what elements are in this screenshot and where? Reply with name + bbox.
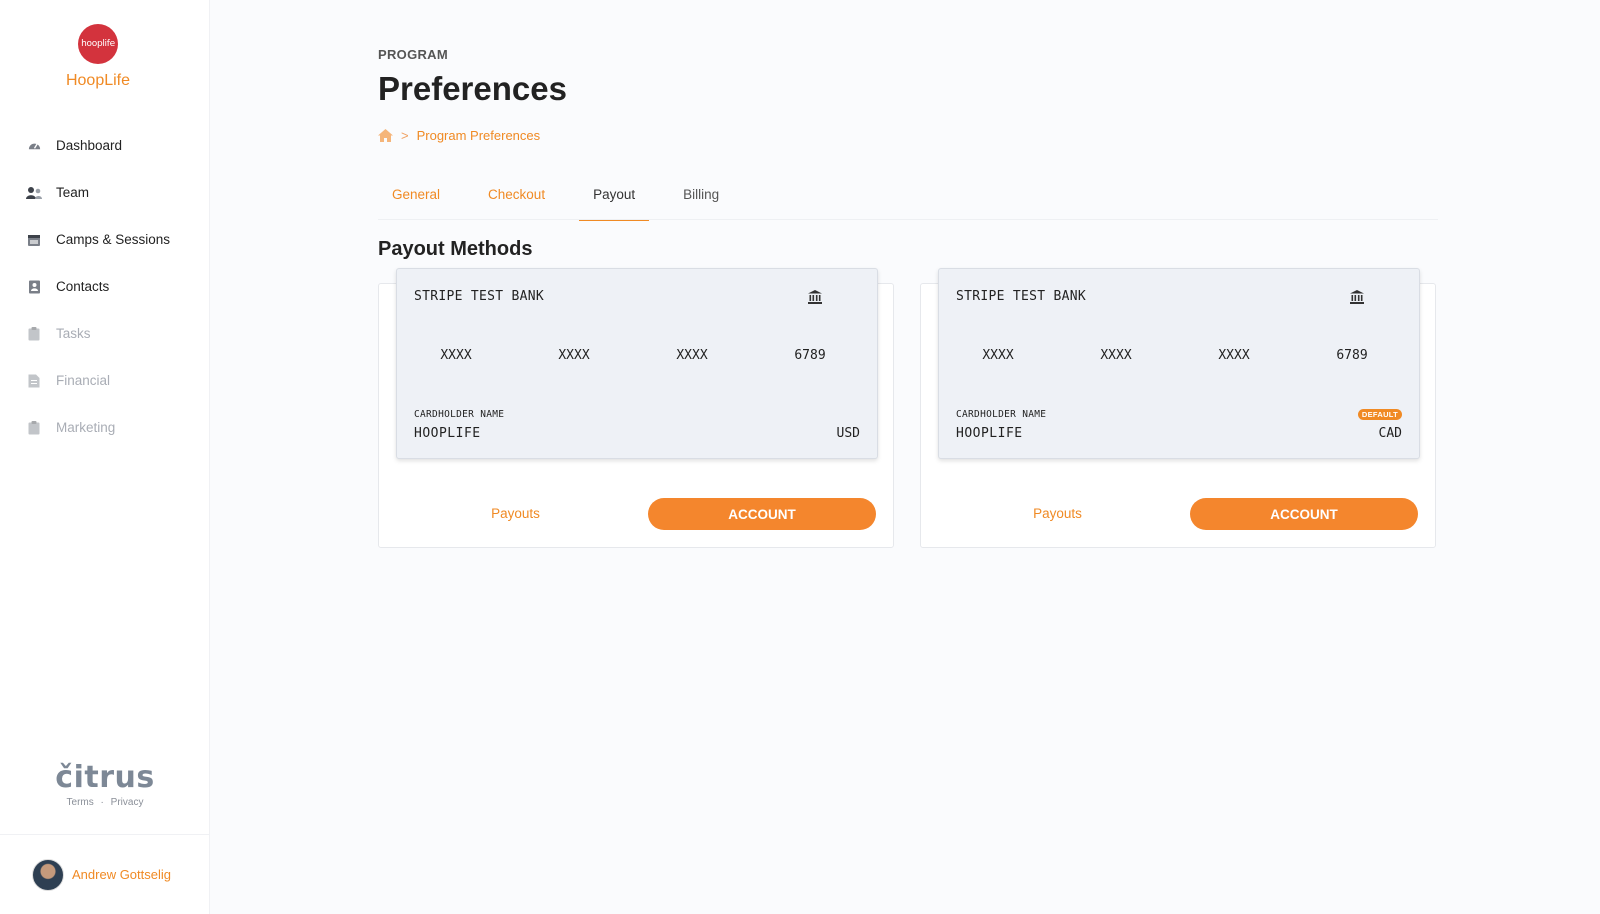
sidebar-item-label: Tasks: [56, 326, 91, 341]
brand-name[interactable]: HoopLife: [0, 72, 196, 90]
breadcrumb-current[interactable]: Program Preferences: [417, 128, 541, 143]
tab-general[interactable]: General: [378, 168, 454, 220]
tab-payout[interactable]: Payout: [579, 168, 650, 221]
sidebar-nav: Dashboard Team Camps & Sessions Contacts…: [26, 122, 170, 451]
bank-icon: [1349, 289, 1365, 305]
sidebar-item-contacts[interactable]: Contacts: [26, 263, 170, 310]
payouts-link[interactable]: Payouts: [938, 498, 1177, 530]
account-number: XXXX XXXX XXXX 6789: [397, 348, 877, 363]
document-icon: [26, 373, 42, 389]
sidebar-item-dashboard[interactable]: Dashboard: [26, 122, 170, 169]
cardholder-name: HOOPLIFE: [414, 426, 481, 441]
account-digits-group: XXXX: [1218, 348, 1250, 363]
sidebar-item-marketing[interactable]: Marketing: [26, 404, 170, 451]
clipboard-icon: [26, 326, 42, 342]
breadcrumb-separator: >: [401, 128, 409, 143]
bank-icon: [807, 289, 823, 305]
sidebar-item-label: Team: [56, 185, 90, 200]
sidebar-item-financial[interactable]: Financial: [26, 357, 170, 404]
currency: USD: [836, 426, 860, 441]
sidebar-item-label: Dashboard: [56, 138, 123, 153]
citrus-footer: čitrus Terms · Privacy: [0, 760, 210, 808]
dashboard-gauge-icon: [26, 138, 42, 154]
account-digits-group: XXXX: [676, 348, 708, 363]
contacts-book-icon: [26, 279, 42, 295]
payout-method-card: STRIPE TEST BANK XXXX XXXX XXXX 6789 CAR…: [920, 268, 1436, 548]
citrus-logo: čitrus: [55, 760, 155, 795]
sidebar-item-team[interactable]: Team: [26, 169, 170, 216]
clipboard-icon: [26, 420, 42, 436]
calendar-icon: [26, 232, 42, 248]
user-profile[interactable]: Andrew Gottselig: [0, 834, 210, 914]
user-name[interactable]: Andrew Gottselig: [72, 867, 171, 882]
account-digits-group: XXXX: [982, 348, 1014, 363]
footer-links: Terms · Privacy: [0, 797, 210, 808]
cardholder-name: HOOPLIFE: [956, 426, 1023, 441]
footer-link-separator: ·: [100, 797, 104, 808]
cardholder-label: CARDHOLDER NAME: [956, 409, 1047, 420]
section-title: Payout Methods: [378, 238, 533, 260]
terms-link[interactable]: Terms: [67, 797, 94, 808]
account-button[interactable]: ACCOUNT: [648, 498, 876, 530]
sidebar-item-label: Contacts: [56, 279, 110, 294]
cardholder-label: CARDHOLDER NAME: [414, 409, 505, 420]
brand-logo[interactable]: hooplife: [78, 24, 118, 64]
account-digits-last4: 6789: [1336, 348, 1368, 363]
account-digits-group: XXXX: [1100, 348, 1132, 363]
sidebar-item-camps-sessions[interactable]: Camps & Sessions: [26, 216, 170, 263]
privacy-link[interactable]: Privacy: [111, 797, 144, 808]
sidebar-item-tasks[interactable]: Tasks: [26, 310, 170, 357]
account-digits-group: XXXX: [558, 348, 590, 363]
sidebar-item-label: Marketing: [56, 420, 116, 435]
avatar[interactable]: [32, 858, 64, 891]
tab-billing[interactable]: Billing: [669, 168, 733, 220]
sidebar: hooplife HoopLife Dashboard Team Camps &…: [0, 0, 210, 914]
bank-name: STRIPE TEST BANK: [956, 289, 1087, 304]
tab-checkout[interactable]: Checkout: [474, 168, 559, 220]
page-title: Preferences: [378, 70, 567, 107]
page-eyebrow: PROGRAM: [378, 47, 448, 62]
payouts-link[interactable]: Payouts: [396, 498, 635, 530]
account-button[interactable]: ACCOUNT: [1190, 498, 1418, 530]
preferences-tabs: General Checkout Payout Billing: [378, 168, 1438, 221]
account-number: XXXX XXXX XXXX 6789: [939, 348, 1419, 363]
bank-account-card[interactable]: STRIPE TEST BANK XXXX XXXX XXXX 6789 CAR…: [396, 268, 878, 459]
sidebar-item-label: Financial: [56, 373, 111, 388]
account-digits-group: XXXX: [440, 348, 472, 363]
home-icon[interactable]: [378, 129, 393, 142]
bank-name: STRIPE TEST BANK: [414, 289, 545, 304]
default-badge: DEFAULT: [1357, 409, 1402, 420]
sidebar-item-label: Camps & Sessions: [56, 232, 171, 247]
payout-method-card: STRIPE TEST BANK XXXX XXXX XXXX 6789 CAR…: [378, 268, 894, 548]
brand[interactable]: hooplife HoopLife: [0, 24, 196, 90]
bank-account-card[interactable]: STRIPE TEST BANK XXXX XXXX XXXX 6789 CAR…: [938, 268, 1420, 459]
breadcrumb: > Program Preferences: [378, 128, 540, 143]
account-digits-last4: 6789: [794, 348, 826, 363]
currency: CAD: [1378, 426, 1402, 441]
team-users-icon: [26, 185, 42, 201]
